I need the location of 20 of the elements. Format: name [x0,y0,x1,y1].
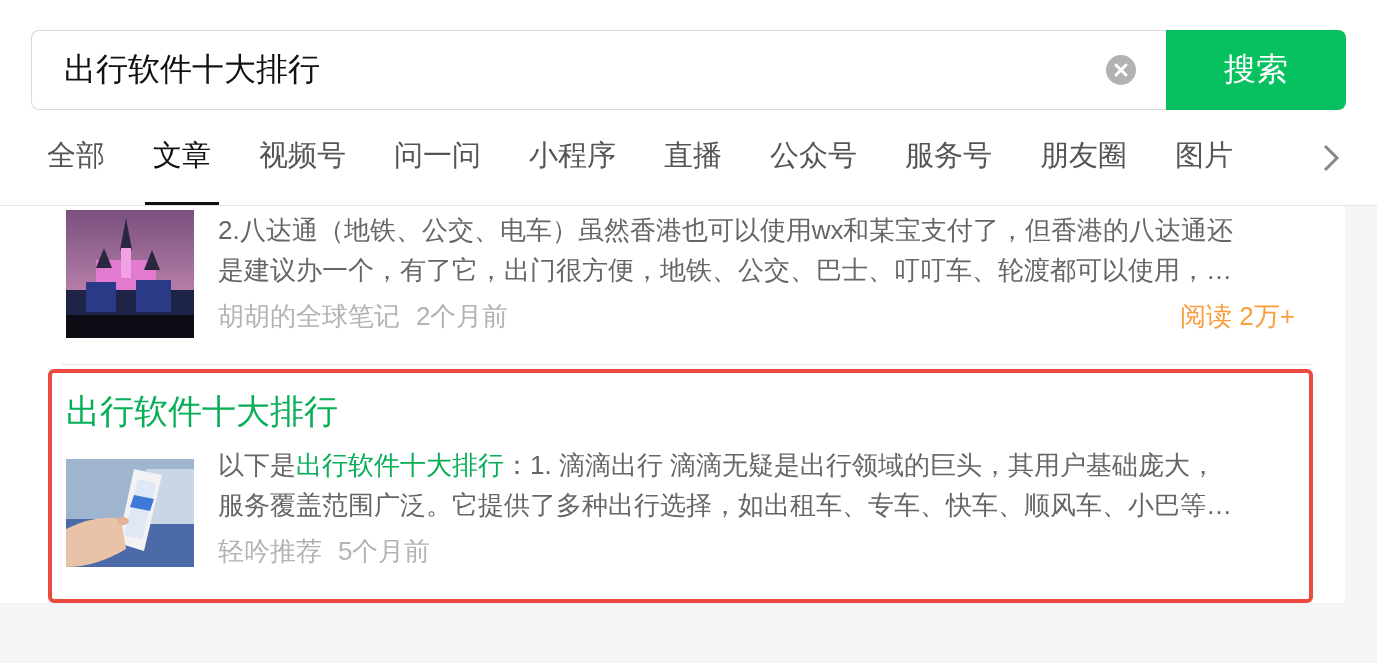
article-snippet: 2.八达通（地铁、公交、电车）虽然香港也可以使用wx和某宝支付了，但香港的八达通还 是建议办一个，有了它，出门很方便，地铁、公交、巴士、叮叮车、轮渡都可以使用，… [218,214,1235,287]
result-card[interactable]: 2.八达通（地铁、公交、电车）虽然香港也可以使用wx和某宝支付了，但香港的八达通还 是建议办一个，有了它，出门很方便，地铁、公交、巴士、叮叮车、轮渡都可以使用，… 胡胡的全球笔记 2个月前 阅读 2万+ [48,206,1313,364]
highlighted-result-card[interactable]: 出行软件十大排行 以下是出行软件十大排行：1. 滴滴出行 滴滴无疑是出行领域的巨头，其用户基础庞大， 服务覆盖范围广泛。它提供了多种出行选择，如出租车、专车、快车、顺风车、小巴等… 轻吟推荐 5个月前 [48,369,1313,603]
publish-time: 2个月前 [416,300,509,332]
tab[interactable]: 全部 [31,110,113,205]
publish-time: 5个月前 [338,535,431,567]
source-name: 轻吟推荐 [218,535,322,567]
tab[interactable]: 朋友圈 [1032,110,1135,205]
tab[interactable]: 视频号 [251,110,354,205]
tab[interactable]: 小程序 [521,110,624,205]
tab[interactable]: 图片 [1167,110,1241,205]
tab[interactable]: 服务号 [897,110,1000,205]
tab[interactable]: 直播 [656,110,730,205]
tab[interactable]: 公众号 [762,110,865,205]
clear-icon[interactable] [1106,55,1136,85]
source-name: 胡胡的全球笔记 [218,300,400,332]
tab[interactable]: 问一问 [386,110,489,205]
article-snippet: 以下是出行软件十大排行：1. 滴滴出行 滴滴无疑是出行领域的巨头，其用户基础庞大， 服务覆盖范围广泛。它提供了多种出行选择，如出租车、专车、快车、顺风车、小巴等… [218,449,1233,522]
search-field[interactable]: 出行软件十大排行 [31,30,1166,110]
read-count: 阅读 2万+ [1180,300,1295,332]
